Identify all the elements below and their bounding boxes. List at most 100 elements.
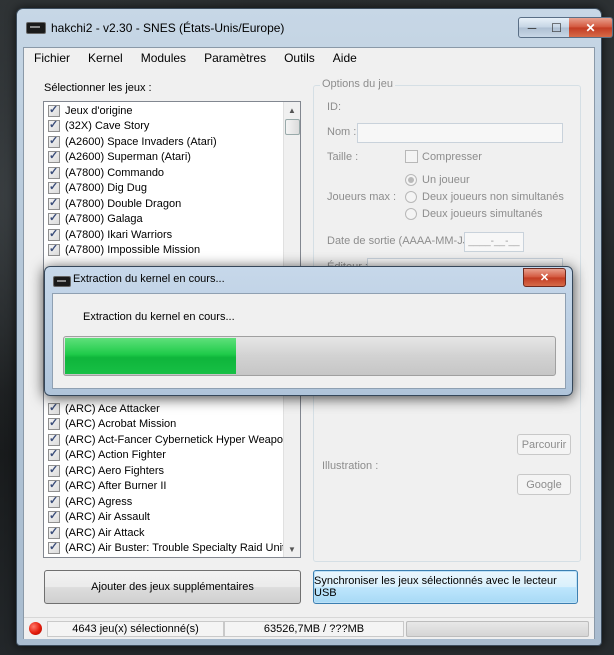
game-checkbox[interactable]: [48, 432, 60, 446]
game-row[interactable]: (A7800) Ikari Warriors: [44, 227, 282, 243]
games-list-bottom: (ARC) Ace Attacker (ARC) Acrobat Mission (…: [44, 401, 289, 557]
two-players-alt-radio[interactable]: [405, 191, 417, 203]
maximize-button[interactable]: ☐: [544, 17, 570, 38]
games-list-top: Jeux d'origine (32X) Cave Story (A2600) Sp…: [44, 103, 282, 258]
app-icon: [26, 22, 46, 34]
games-list-label: Sélectionner les jeux :: [44, 82, 152, 94]
game-row[interactable]: (A7800) Commando: [44, 165, 282, 181]
game-checkbox[interactable]: [48, 196, 60, 210]
game-row[interactable]: (A7800) Impossible Mission: [44, 242, 282, 259]
game-checkbox[interactable]: [48, 149, 60, 164]
game-label: (A2600) Superman (Atari): [65, 151, 191, 164]
menu-modules[interactable]: Modules: [131, 48, 194, 68]
game-label: (ARC) Action Fighter: [65, 449, 166, 462]
name-input[interactable]: [357, 123, 563, 143]
game-checkbox[interactable]: [48, 401, 60, 415]
compress-checkbox[interactable]: [405, 150, 418, 163]
game-label: (ARC) Aero Fighters: [65, 464, 165, 477]
one-player-radio[interactable]: [405, 174, 417, 186]
game-label: (A7800) Dig Dug: [65, 182, 147, 195]
game-row[interactable]: (ARC) Air Buster: Trouble Specialty Raid…: [44, 540, 286, 557]
game-row[interactable]: (ARC) Ace Attacker: [44, 401, 282, 417]
google-button[interactable]: Google: [517, 474, 571, 495]
dialog-body: Extraction du kernel en cours...: [52, 293, 566, 389]
menu-fichier[interactable]: Fichier: [24, 48, 78, 68]
game-label: (A7800) Impossible Mission: [65, 244, 201, 257]
two-players-sim-radio[interactable]: [405, 208, 417, 220]
game-label: (A7800) Double Dragon: [65, 197, 182, 210]
menu-bar: Fichier Kernel Modules Paramètres Outils…: [24, 48, 594, 68]
game-label: (A2600) Space Invaders (Atari): [65, 135, 217, 148]
game-row[interactable]: (ARC) Acrobat Mission: [44, 416, 282, 433]
game-checkbox[interactable]: [48, 103, 60, 117]
browse-button[interactable]: Parcourir: [517, 434, 571, 455]
minimize-button[interactable]: ─: [518, 17, 546, 38]
scroll-up-icon[interactable]: ▲: [284, 102, 300, 118]
status-red-icon: [29, 622, 42, 635]
game-label: (A7800) Galaga: [65, 213, 143, 226]
selected-count: 4643 jeu(x) sélectionné(s): [47, 621, 224, 637]
one-player-label: Un joueur: [422, 174, 470, 186]
game-checkbox[interactable]: [48, 463, 60, 477]
two-players-alt-label: Deux joueurs non simultanés: [422, 191, 564, 203]
close-button[interactable]: ✕: [569, 17, 613, 38]
game-checkbox[interactable]: [48, 227, 60, 241]
storage-bar: [406, 621, 589, 637]
game-row[interactable]: (ARC) Act-Fancer Cybernetick Hyper Weapo…: [44, 432, 289, 448]
release-date-input[interactable]: ____-__-__: [464, 232, 524, 252]
game-checkbox[interactable]: [48, 447, 60, 462]
game-label: (A7800) Ikari Warriors: [65, 228, 173, 241]
game-label: (ARC) Air Assault: [65, 511, 150, 524]
game-label: (ARC) Ace Attacker: [65, 402, 160, 415]
game-row[interactable]: (A2600) Superman (Atari): [44, 149, 282, 166]
menu-outils[interactable]: Outils: [274, 48, 323, 68]
game-checkbox[interactable]: [48, 180, 60, 195]
add-games-button[interactable]: Ajouter des jeux supplémentaires: [44, 570, 301, 604]
game-checkbox[interactable]: [48, 134, 60, 148]
game-checkbox[interactable]: [48, 509, 60, 524]
game-checkbox[interactable]: [48, 211, 60, 226]
game-row[interactable]: Jeux d'origine: [44, 103, 282, 119]
game-label: (ARC) Acrobat Mission: [65, 418, 177, 431]
game-row[interactable]: (ARC) Air Assault: [44, 509, 282, 526]
game-label: (ARC) Air Buster: Trouble Specialty Raid…: [65, 542, 286, 555]
game-row[interactable]: (ARC) Aero Fighters: [44, 463, 282, 479]
game-checkbox[interactable]: [48, 416, 60, 431]
game-checkbox[interactable]: [48, 478, 60, 493]
game-row[interactable]: (A7800) Double Dragon: [44, 196, 282, 212]
dialog-close-button[interactable]: ✕: [523, 268, 566, 287]
menu-kernel[interactable]: Kernel: [78, 48, 131, 68]
game-row[interactable]: (A7800) Galaga: [44, 211, 282, 228]
game-checkbox[interactable]: [48, 525, 60, 539]
game-label: (ARC) Air Attack: [65, 526, 145, 539]
sync-button[interactable]: Synchroniser les jeux sélectionnés avec …: [313, 570, 578, 604]
game-checkbox[interactable]: [48, 242, 60, 257]
game-checkbox[interactable]: [48, 118, 60, 133]
game-row[interactable]: (32X) Cave Story: [44, 118, 282, 135]
id-label: ID:: [327, 101, 342, 113]
game-row[interactable]: (A2600) Space Invaders (Atari): [44, 134, 282, 150]
game-label: (ARC) Agress: [65, 495, 133, 508]
menu-aide[interactable]: Aide: [323, 48, 365, 68]
progress-fill: [65, 338, 236, 374]
title-bar[interactable]: hakchi2 - v2.30 - SNES (États-Unis/Europ…: [17, 9, 613, 47]
scroll-down-icon[interactable]: ▼: [284, 541, 300, 557]
game-label: (A7800) Commando: [65, 166, 165, 179]
game-checkbox[interactable]: [48, 540, 60, 555]
game-label: (32X) Cave Story: [65, 120, 150, 133]
dialog-message: Extraction du kernel en cours...: [83, 311, 235, 323]
illustration-label: Illustration :: [322, 460, 379, 472]
game-row[interactable]: (A7800) Dig Dug: [44, 180, 282, 197]
scroll-thumb[interactable]: [285, 119, 300, 135]
game-options-title: Options du jeu: [320, 78, 395, 90]
game-row[interactable]: (ARC) Action Fighter: [44, 447, 282, 464]
game-label: (ARC) After Burner II: [65, 480, 167, 493]
game-checkbox[interactable]: [48, 494, 60, 508]
menu-parametres[interactable]: Paramètres: [194, 48, 274, 68]
game-row[interactable]: (ARC) After Burner II: [44, 478, 282, 495]
game-row[interactable]: (ARC) Air Attack: [44, 525, 282, 541]
game-row[interactable]: (ARC) Agress: [44, 494, 282, 510]
game-checkbox[interactable]: [48, 165, 60, 179]
window-title: hakchi2 - v2.30 - SNES (États-Unis/Europ…: [51, 21, 285, 35]
game-label: Jeux d'origine: [65, 104, 133, 117]
